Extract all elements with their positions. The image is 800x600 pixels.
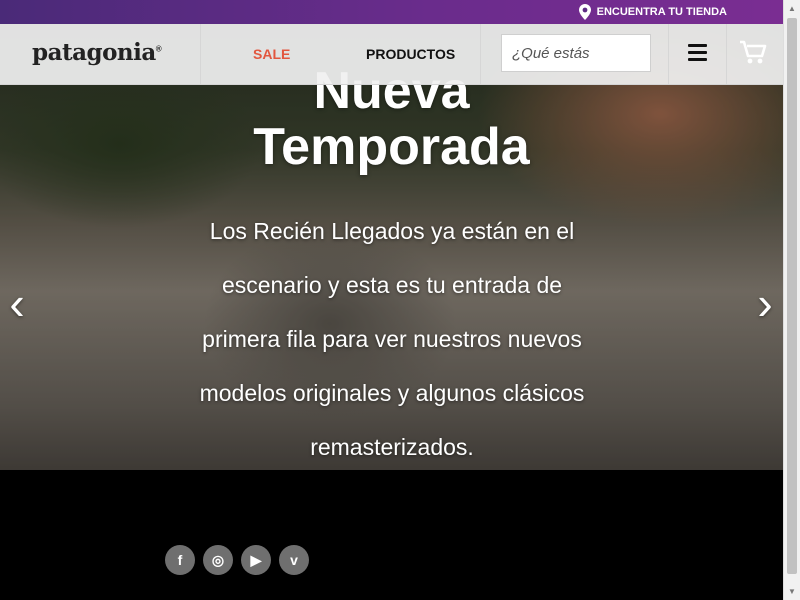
site-header: patagonia® SALE PRODUCTOS <box>0 24 783 85</box>
logo-registered-mark: ® <box>155 44 162 54</box>
vertical-scrollbar[interactable]: ▲ ▼ <box>783 0 800 600</box>
chevron-left-icon: ‹ <box>9 277 25 329</box>
header-divider <box>200 24 201 84</box>
top-announcement-bar: ENCUENTRA TU TIENDA <box>0 0 783 24</box>
scroll-down-arrow-icon[interactable]: ▼ <box>784 583 800 600</box>
header-divider <box>668 24 669 84</box>
vimeo-icon[interactable]: v <box>279 545 309 575</box>
carousel-prev-button[interactable]: ‹ <box>0 280 34 326</box>
location-pin-icon <box>578 4 591 20</box>
hero-title-line2: Temporada <box>253 118 530 176</box>
patagonia-logo[interactable]: patagonia® <box>32 39 162 66</box>
logo-text: patagonia <box>32 39 156 66</box>
footer <box>0 470 783 600</box>
nav-sale-link[interactable]: SALE <box>253 46 290 62</box>
instagram-icon[interactable]: ◎ <box>203 545 233 575</box>
find-store-label: ENCUENTRA TU TIENDA <box>596 6 727 18</box>
find-store-link[interactable]: ENCUENTRA TU TIENDA <box>578 0 727 24</box>
nav-products-link[interactable]: PRODUCTOS <box>366 46 455 62</box>
carousel-next-button[interactable]: › <box>748 280 782 326</box>
shopping-cart-icon[interactable] <box>739 40 767 66</box>
hero-description: Los Recién Llegados ya están en el escen… <box>199 218 585 460</box>
youtube-icon[interactable]: ▶ <box>241 545 271 575</box>
hamburger-menu-icon[interactable] <box>688 44 707 62</box>
chevron-right-icon: › <box>757 277 773 329</box>
facebook-icon[interactable]: f <box>165 545 195 575</box>
header-divider <box>726 24 727 84</box>
header-divider <box>480 24 481 84</box>
scrollbar-thumb[interactable] <box>787 18 797 574</box>
search-input[interactable] <box>501 34 651 72</box>
scroll-up-arrow-icon[interactable]: ▲ <box>784 0 800 17</box>
hero-banner: Nueva Temporada Los Recién Llegados ya e… <box>0 24 783 470</box>
